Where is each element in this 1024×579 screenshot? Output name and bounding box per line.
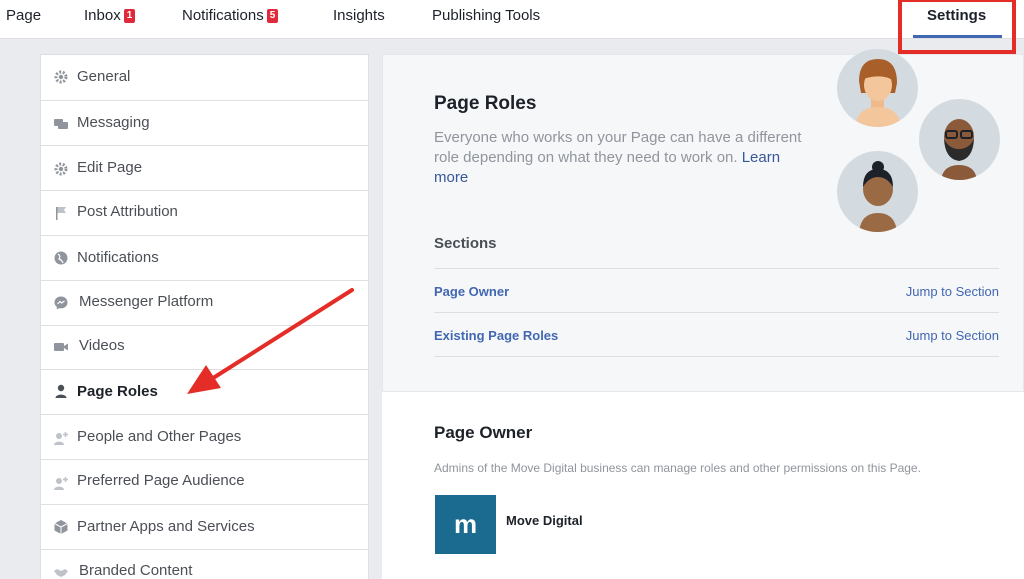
gear-icon <box>54 70 68 84</box>
woman-avatar-icon <box>855 59 901 127</box>
messaging-icon <box>54 119 68 129</box>
handshake-icon <box>54 569 68 577</box>
avatar-illustration <box>837 151 918 232</box>
section-link-page-owner[interactable]: Page Owner <box>434 284 509 299</box>
sidebar-item-branded-content[interactable]: Branded Content <box>41 550 368 579</box>
sidebar-item-label: Messenger Platform <box>79 293 214 310</box>
cube-icon <box>54 520 68 534</box>
sidebar-item-partner-apps-and-services[interactable]: Partner Apps and Services <box>41 505 368 550</box>
video-camera-icon <box>54 343 68 351</box>
sidebar-item-label: General <box>77 68 131 85</box>
nav-tab-inbox-label: Inbox <box>84 7 121 24</box>
sidebar-item-page-roles[interactable]: Page Roles <box>41 370 368 415</box>
woman-bun-avatar-icon <box>859 161 897 232</box>
sidebar-item-edit-page[interactable]: Edit Page <box>41 146 368 191</box>
flag-icon <box>56 207 66 220</box>
sidebar-item-label: Messaging <box>77 114 150 131</box>
sidebar-item-label: Partner Apps and Services <box>77 518 255 535</box>
business-name-link[interactable]: Move Digital <box>506 513 583 528</box>
avatar-illustration <box>837 49 918 127</box>
person-add-icon <box>54 432 68 445</box>
divider <box>434 356 999 357</box>
sidebar-item-label: Branded Content <box>79 562 193 579</box>
gear-icon <box>54 162 68 176</box>
nav-tab-publishing-tools[interactable]: Publishing Tools <box>432 7 540 24</box>
page-roles-description: Everyone who works on your Page can have… <box>434 128 814 188</box>
sidebar-item-messaging[interactable]: Messaging <box>41 101 368 146</box>
sections-heading: Sections <box>434 235 497 252</box>
inbox-count-badge: 1 <box>123 9 136 23</box>
globe-icon <box>54 251 68 265</box>
nav-tab-insights-label: Insights <box>333 7 385 24</box>
sidebar-item-label: Notifications <box>77 249 159 266</box>
messenger-icon <box>54 296 68 310</box>
sidebar-item-preferred-page-audience[interactable]: Preferred Page Audience <box>41 460 368 505</box>
sidebar-item-label: People and Other Pages <box>77 428 242 445</box>
sidebar-item-post-attribution[interactable]: Post Attribution <box>41 191 368 236</box>
page-roles-title: Page Roles <box>434 93 537 114</box>
nav-tab-notifications[interactable]: Notifications 5 <box>182 7 279 24</box>
settings-highlight-box <box>898 0 1016 54</box>
sidebar-item-general[interactable]: General <box>41 55 368 101</box>
sidebar-item-label: Edit Page <box>77 159 143 176</box>
person-add-icon <box>54 477 68 490</box>
sidebar-item-messenger-platform[interactable]: Messenger Platform <box>41 281 368 326</box>
sidebar-item-label: Videos <box>79 337 125 354</box>
page-owner-description: Admins of the Move Digital business can … <box>434 461 921 475</box>
avatar-illustration <box>919 99 1000 180</box>
nav-tab-publishing-tools-label: Publishing Tools <box>432 7 541 24</box>
nav-tab-notifications-label: Notifications <box>182 7 264 24</box>
business-logo[interactable]: m <box>435 495 496 554</box>
sidebar-item-videos[interactable]: Videos <box>41 326 368 370</box>
person-icon <box>55 384 67 398</box>
nav-tab-insights[interactable]: Insights <box>333 7 385 24</box>
section-link-existing-page-roles[interactable]: Existing Page Roles <box>434 328 558 343</box>
sidebar-item-people-and-other-pages[interactable]: People and Other Pages <box>41 415 368 460</box>
settings-sidebar: General Messaging Edit Page Post Attribu… <box>40 54 369 579</box>
sidebar-item-label: Post Attribution <box>77 203 178 220</box>
jump-to-section-link[interactable]: Jump to Section <box>906 328 999 343</box>
sidebar-item-label: Preferred Page Audience <box>77 472 245 489</box>
top-navigation-bar: Page Inbox 1 Notifications 5 Insights Publ… <box>0 0 1024 39</box>
divider <box>434 268 999 269</box>
page-owner-title: Page Owner <box>434 423 533 442</box>
sidebar-item-notifications[interactable]: Notifications <box>41 236 368 281</box>
man-avatar-icon <box>941 119 977 180</box>
divider <box>434 312 999 313</box>
jump-to-section-link[interactable]: Jump to Section <box>906 284 999 299</box>
nav-tab-inbox[interactable]: Inbox 1 <box>84 7 136 24</box>
nav-tab-page-label: Page <box>6 7 42 24</box>
nav-tab-page[interactable]: Page <box>6 7 41 24</box>
notifications-count-badge: 5 <box>266 9 279 23</box>
sidebar-item-label: Page Roles <box>77 383 158 400</box>
